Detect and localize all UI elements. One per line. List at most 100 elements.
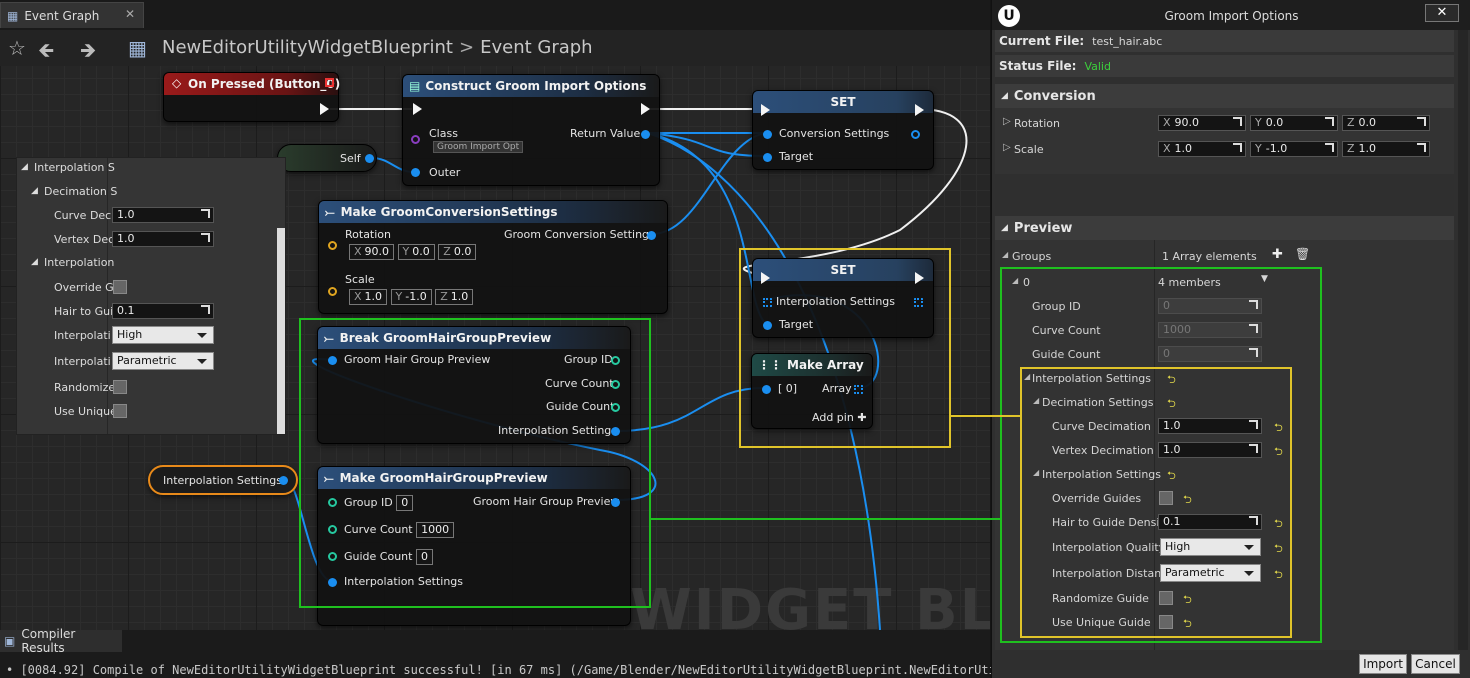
pin-return-value[interactable] — [641, 130, 650, 139]
randomize-checkbox[interactable] — [113, 380, 127, 394]
tab-event-graph[interactable]: ▦ Event Graph ✕ — [0, 2, 144, 28]
output-delegate-icon[interactable] — [325, 78, 334, 87]
add-element-icon[interactable]: ✚ — [1272, 247, 1283, 262]
pin-outer-label: Outer — [429, 166, 461, 179]
cancel-button[interactable]: Cancel — [1411, 654, 1460, 674]
groups-label: Groups — [1012, 250, 1052, 263]
data-wire — [651, 132, 767, 235]
hair-to-gui-input[interactable]: 0.1 — [112, 303, 214, 319]
groups-count: 1 Array elements — [1162, 250, 1257, 263]
pin-rotation[interactable] — [328, 241, 337, 250]
class-icon: ▤ — [409, 79, 421, 93]
curve-deci-input[interactable]: 1.0 — [112, 207, 214, 223]
expand-triangle-icon[interactable]: ▷ — [1003, 142, 1011, 153]
scale-fields[interactable]: X 1.0 Y -1.0 Z 1.0 — [349, 289, 474, 305]
conversion-section-header[interactable]: ◢ Conversion — [995, 84, 1454, 108]
compiler-results-tab[interactable]: ▣ Compiler Results — [0, 627, 122, 655]
dialog-scrollbar[interactable] — [1458, 30, 1468, 650]
node-on-pressed[interactable]: ◇ On Pressed (Button_0) — [163, 72, 340, 122]
highlight-box-yellow — [1020, 367, 1292, 638]
trash-icon[interactable]: 🗑 — [1295, 247, 1310, 261]
import-button[interactable]: Import — [1359, 654, 1407, 674]
scale-x-input[interactable]: X 1.0 — [1158, 141, 1246, 157]
graph-icon: ▦ — [7, 8, 19, 23]
groups-row: ◢ Groups 1 Array elements ✚ 🗑 — [995, 244, 1454, 268]
tab-label: Event Graph — [24, 8, 100, 23]
compiler-results-panel: ▣ Compiler Results • [0084.92] Compile o… — [0, 627, 1017, 678]
scale-label: Scale — [1014, 143, 1044, 156]
forward-arrow-icon[interactable]: 🡺 — [80, 36, 96, 70]
pin-conversion-out[interactable] — [911, 130, 920, 139]
label: Vertex Dec — [54, 233, 115, 246]
scrollbar[interactable] — [277, 228, 285, 434]
current-file-label: Current File: — [999, 34, 1085, 48]
use-unique-checkbox[interactable] — [113, 404, 127, 418]
node-self[interactable]: Self — [277, 144, 377, 172]
pin-target[interactable] — [763, 153, 772, 162]
rotation-y-input[interactable]: Y 0.0 — [1250, 115, 1338, 131]
node-title: SET — [753, 91, 933, 113]
star-icon[interactable]: ☆ — [8, 36, 26, 60]
breadcrumb-separator: > — [459, 37, 475, 58]
scale-z-input[interactable]: Z 1.0 — [1342, 141, 1430, 157]
status-file-row: Status File: Valid — [995, 55, 1454, 77]
section-title: Preview — [1013, 220, 1073, 236]
node-construct-groom-import-options[interactable]: ▤ Construct Groom Import Options Class G… — [402, 74, 660, 186]
pin-variable-out[interactable] — [279, 476, 288, 485]
exec-in-pin[interactable] — [413, 103, 422, 115]
pin-class-label: Class — [429, 127, 458, 140]
self-label: Self — [340, 152, 361, 165]
pin-conversion-label: Conversion Settings — [779, 127, 890, 140]
pin-outer[interactable] — [411, 168, 420, 177]
breadcrumb-graph[interactable]: Event Graph — [480, 37, 593, 58]
collapse-triangle-icon: ◢ — [1001, 223, 1008, 233]
back-arrow-icon[interactable]: 🡸 — [38, 36, 54, 70]
breadcrumb: ☆ 🡸 🡺 ▦ NewEditorUtilityWidgetBlueprint >… — [0, 30, 990, 66]
vertex-dec-input[interactable]: 1.0 — [112, 231, 214, 247]
exec-in-pin[interactable] — [761, 104, 770, 116]
rotation-z-input[interactable]: Z 0.0 — [1342, 115, 1430, 131]
preview-section-header[interactable]: ◢ Preview — [995, 216, 1454, 240]
rotation-x-input[interactable]: X 90.0 — [1158, 115, 1246, 131]
data-wire — [647, 132, 767, 157]
pin-scale[interactable] — [328, 287, 337, 296]
node-make-groom-conversion-settings[interactable]: ⤚ Make GroomConversionSettings Rotation … — [318, 200, 668, 314]
interp-distance-dropdown[interactable]: Parametric — [112, 352, 214, 370]
class-select[interactable]: Groom Import Opt — [433, 141, 524, 153]
pin-self[interactable] — [365, 154, 374, 163]
pin-scale-label: Scale — [345, 273, 375, 286]
dialog-titlebar: U Groom Import Options ✕ — [992, 0, 1470, 30]
node-title: Make GroomConversionSettings — [340, 205, 558, 219]
node-interpolation-settings-variable[interactable]: Interpolation Settings — [148, 465, 298, 495]
close-tab-icon[interactable]: ✕ — [125, 7, 135, 21]
exec-out-pin[interactable] — [641, 103, 650, 115]
label: Interpolati — [54, 329, 111, 342]
graph-icon: ▦ — [128, 36, 147, 60]
status-file-label: Status File: — [999, 59, 1077, 73]
override-g-checkbox[interactable] — [113, 280, 127, 294]
exec-out-pin[interactable] — [320, 103, 329, 115]
collapse-triangle-icon[interactable]: ◢ — [1002, 250, 1008, 259]
rotation-fields[interactable]: X 90.0 Y 0.0 Z 0.0 — [349, 244, 477, 260]
label: Decimation S — [44, 185, 118, 198]
pin-conversion-settings[interactable] — [763, 130, 772, 139]
scale-y-input[interactable]: Y -1.0 — [1250, 141, 1338, 157]
pin-return-value-label: Return Value — [570, 127, 641, 140]
compiler-title: Compiler Results — [21, 627, 76, 655]
expand-triangle-icon[interactable]: ▷ — [1003, 116, 1011, 127]
pin-conversion-out-label: Groom Conversion Settings — [504, 228, 655, 241]
rotation-row: ▷ Rotation X 90.0 Y 0.0 Z 0.0 — [995, 111, 1454, 135]
pin-conversion-out[interactable] — [647, 231, 656, 240]
terminal-icon: ▣ — [4, 634, 16, 648]
node-title: Construct Groom Import Options — [425, 79, 647, 93]
pin-class[interactable] — [411, 135, 420, 144]
interp-quality-dropdown[interactable]: High — [112, 326, 214, 344]
exec-out-pin[interactable] — [915, 104, 924, 116]
label: Hair to Gui — [54, 305, 114, 318]
breadcrumb-blueprint[interactable]: NewEditorUtilityWidgetBlueprint — [162, 37, 453, 58]
floating-details-panel: ◢ Interpolation S ◢ Decimation S Curve Dec… — [16, 157, 286, 435]
label: Use Unique — [54, 405, 117, 418]
close-button[interactable]: ✕ — [1425, 4, 1459, 22]
make-struct-icon: ⤚ — [325, 204, 335, 219]
node-set-conversion[interactable]: SET Conversion Settings Target — [752, 90, 934, 170]
